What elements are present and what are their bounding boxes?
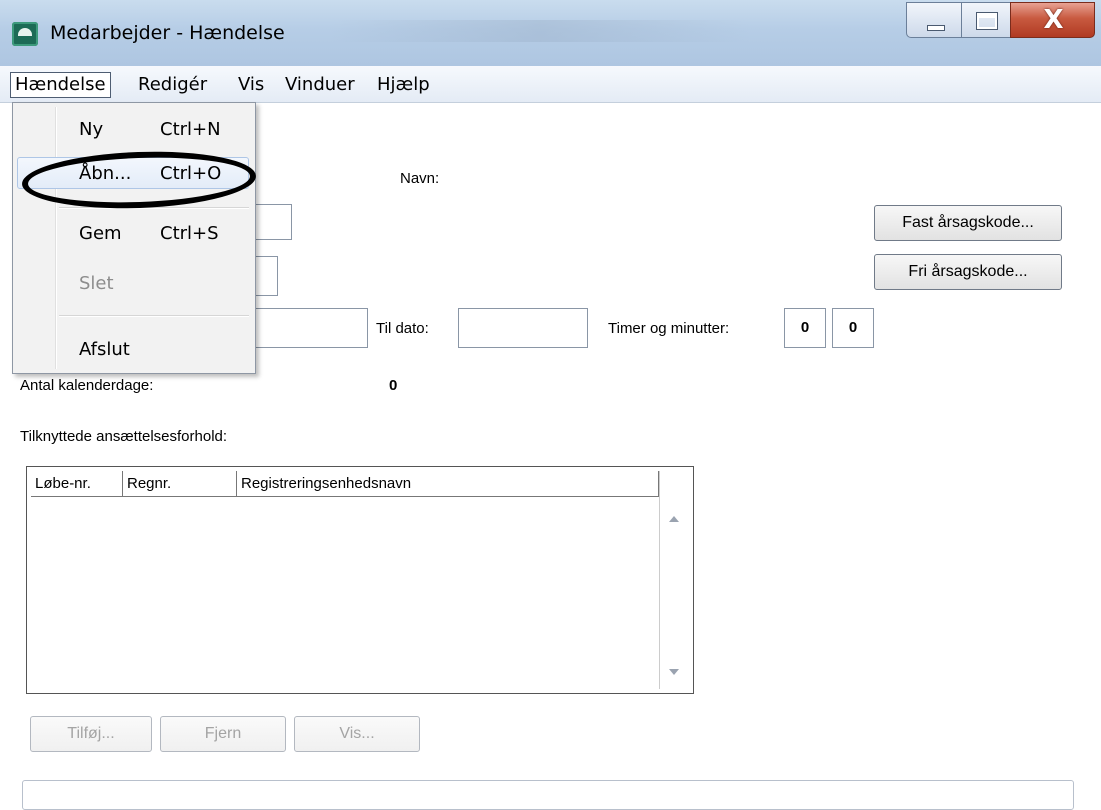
til-dato-label: Til dato: (376, 320, 429, 337)
timer-label: Timer og minutter: (608, 320, 730, 337)
column-header-registreringsenhedsnavn[interactable]: Registreringsenhedsnavn (237, 471, 659, 497)
menu-item-label: Slet (79, 273, 114, 294)
til-dato-field[interactable] (458, 308, 588, 348)
tilfoj-button[interactable]: Tilføj... (30, 716, 152, 752)
title-bar[interactable]: Medarbejder - Hændelse X (0, 0, 1101, 66)
menu-item-slet[interactable]: Slet (13, 265, 253, 301)
scroll-down-icon[interactable] (669, 669, 679, 675)
haendelse-dropdown-menu: Ny Ctrl+N Åbn... Ctrl+O Gem Ctrl+S Slet … (12, 102, 256, 374)
menu-vis[interactable]: Vis (234, 72, 268, 98)
app-icon[interactable] (12, 22, 38, 46)
tilknyttede-label: Tilknyttede ansættelsesforhold: (20, 428, 228, 445)
scroll-up-icon[interactable] (669, 516, 679, 522)
fri-aarsagskode-button[interactable]: Fri årsagskode... (874, 254, 1062, 290)
fjern-button[interactable]: Fjern (160, 716, 286, 752)
menu-item-aabn[interactable]: Åbn... Ctrl+O (13, 155, 253, 191)
fast-aarsagskode-button[interactable]: Fast årsagskode... (874, 205, 1062, 241)
menu-separator (59, 207, 249, 209)
navn-label: Navn: (400, 170, 440, 187)
menu-separator (59, 315, 249, 317)
menu-item-label: Gem (79, 223, 122, 244)
menu-rediger[interactable]: Redigér (134, 72, 211, 98)
timer-hours-field[interactable]: 0 (784, 308, 826, 348)
column-header-regnr[interactable]: Regnr. (123, 471, 237, 497)
window-controls: X (906, 0, 1096, 40)
menu-item-shortcut: Ctrl+S (160, 223, 219, 244)
window-title: Medarbejder - Hændelse (50, 22, 285, 44)
minimize-button[interactable] (906, 2, 962, 38)
menu-item-gem[interactable]: Gem Ctrl+S (13, 215, 253, 251)
vis-button[interactable]: Vis... (294, 716, 420, 752)
timer-minutes-field[interactable]: 0 (832, 308, 874, 348)
menu-item-shortcut: Ctrl+N (160, 119, 221, 140)
table-scrollbar[interactable] (659, 471, 690, 689)
menu-item-afslut[interactable]: Afslut (13, 331, 253, 367)
close-button[interactable]: X (1010, 2, 1095, 38)
antal-kalenderdage-label: Antal kalenderdage: (20, 377, 154, 394)
menu-haendelse[interactable]: Hændelse (10, 72, 111, 98)
menu-item-ny[interactable]: Ny Ctrl+N (13, 111, 253, 147)
menu-item-shortcut: Ctrl+O (160, 163, 222, 184)
antal-kalenderdage-value: 0 (389, 377, 398, 394)
menu-bar: Hændelse Redigér Vis Vinduer Hjælp (0, 66, 1101, 103)
menu-item-label: Ny (79, 119, 104, 140)
menu-item-label: Åbn... (79, 163, 132, 184)
title-bar-background-blur (330, 20, 750, 42)
fra-dato-field[interactable] (240, 308, 368, 348)
menu-item-label: Afslut (79, 339, 130, 360)
column-header-loebenr[interactable]: Løbe-nr. (31, 471, 123, 497)
ansaettelsesforhold-table[interactable]: Løbe-nr. Regnr. Registreringsenhedsnavn (26, 466, 694, 694)
menu-hjaelp[interactable]: Hjælp (373, 72, 434, 98)
navn-field[interactable] (470, 168, 694, 192)
menu-vinduer[interactable]: Vinduer (281, 72, 359, 98)
id-field[interactable] (258, 168, 376, 192)
close-icon: X (1043, 5, 1064, 35)
bottom-panel (22, 780, 1074, 810)
maximize-button[interactable] (961, 2, 1011, 38)
